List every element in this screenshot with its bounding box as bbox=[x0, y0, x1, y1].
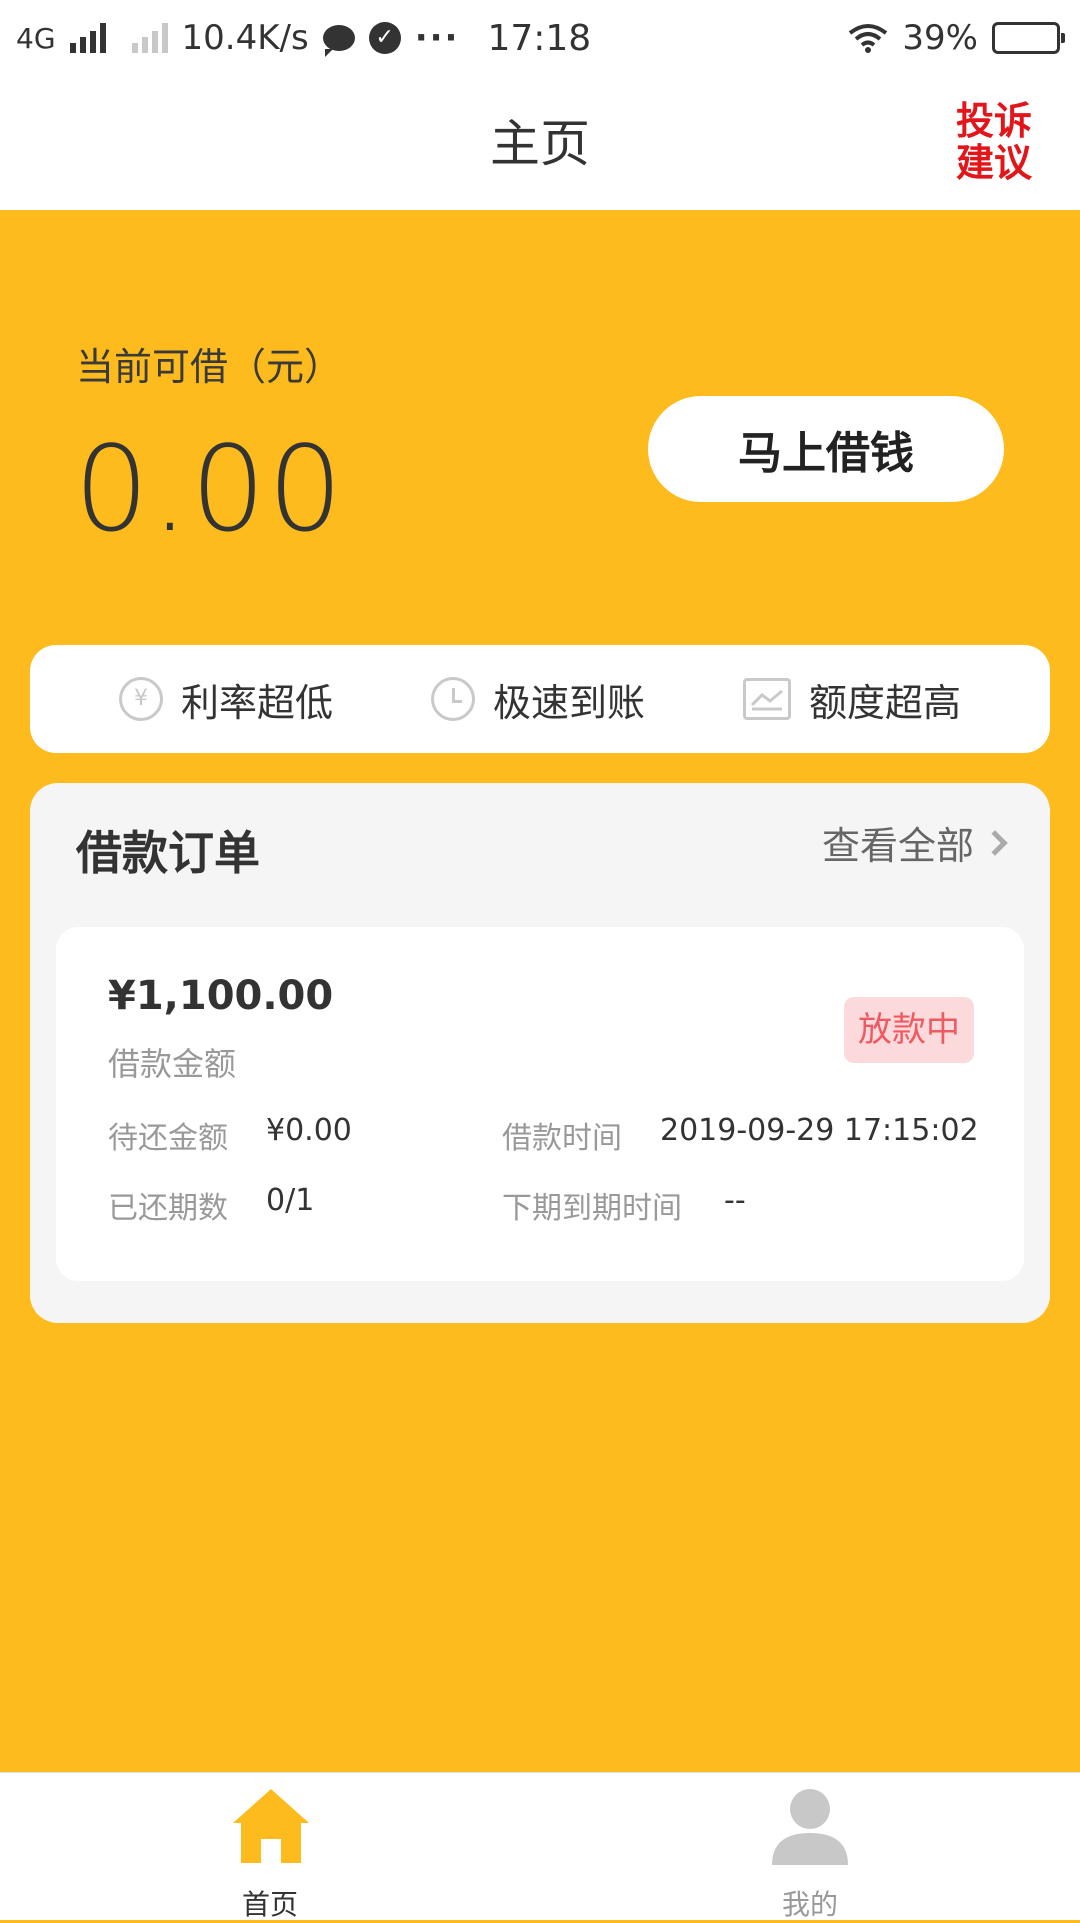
complaint-line-2: 建议 bbox=[955, 141, 1032, 185]
tab-mine[interactable]: 我的 bbox=[540, 1773, 1080, 1921]
clock-icon bbox=[430, 677, 475, 721]
signal-icon bbox=[69, 23, 106, 53]
repaid-periods-label: 已还期数 bbox=[108, 1191, 228, 1226]
loan-orders-title: 借款订单 bbox=[76, 826, 260, 880]
features-card: ¥ 利率超低 极速到账 额度超高 bbox=[30, 645, 1050, 753]
feature-label: 利率超低 bbox=[180, 680, 333, 725]
pending-amount-value: ¥0.00 bbox=[266, 1113, 352, 1148]
view-all-link[interactable]: 查看全部 bbox=[822, 815, 1010, 870]
wifi-icon bbox=[849, 24, 888, 53]
check-circle-icon: ✓ bbox=[368, 22, 401, 54]
loan-amount: ¥1,100.00 bbox=[108, 973, 334, 1019]
feature-label: 极速到账 bbox=[492, 680, 645, 725]
next-due-value: -- bbox=[724, 1183, 746, 1218]
feature-fast-arrival: 极速到账 bbox=[430, 672, 645, 727]
battery-percent: 39% bbox=[902, 18, 978, 58]
available-credit-amount: 0.00 bbox=[74, 420, 345, 558]
bottom-tab-bar: 首页 我的 bbox=[0, 1772, 1080, 1921]
loan-amount-label: 借款金额 bbox=[108, 1045, 237, 1083]
view-all-label: 查看全部 bbox=[821, 824, 974, 868]
loan-orders-panel: 借款订单 查看全部 ¥1,100.00 借款金额 放款中 待还金额 ¥0.00 … bbox=[30, 783, 1050, 1323]
status-bar-left: 4G 10.4K/s ✓ ··· 17:18 bbox=[16, 14, 591, 62]
feature-low-rate: ¥ 利率超低 bbox=[118, 672, 333, 727]
feature-high-limit: 额度超高 bbox=[742, 672, 961, 727]
battery-icon bbox=[992, 22, 1065, 54]
chart-icon bbox=[742, 678, 791, 720]
loan-time-label: 借款时间 bbox=[502, 1121, 622, 1156]
home-icon bbox=[233, 1789, 309, 1863]
complaint-suggestion-button[interactable]: 投诉 建议 bbox=[952, 100, 1036, 184]
loan-time-value: 2019-09-29 17:15:02 bbox=[660, 1113, 979, 1148]
pending-amount-label: 待还金额 bbox=[108, 1121, 228, 1156]
tab-label: 我的 bbox=[781, 1888, 838, 1921]
status-badge: 放款中 bbox=[844, 997, 974, 1063]
chevron-right-icon bbox=[982, 829, 1008, 856]
page-title: 主页 bbox=[490, 115, 590, 173]
tab-label: 首页 bbox=[241, 1888, 298, 1921]
status-bar: 4G 10.4K/s ✓ ··· 17:18 39% bbox=[0, 0, 1080, 76]
more-dots-icon: ··· bbox=[414, 18, 460, 58]
available-credit-label: 当前可借（元） bbox=[76, 345, 343, 389]
network-speed: 10.4K/s bbox=[181, 18, 309, 58]
feature-label: 额度超高 bbox=[808, 680, 961, 725]
nav-bar: 主页 投诉 建议 bbox=[0, 76, 1080, 210]
person-icon bbox=[772, 1789, 848, 1865]
network-type: 4G bbox=[16, 21, 56, 55]
signal-secondary-icon bbox=[131, 23, 168, 53]
borrow-now-button[interactable]: 马上借钱 bbox=[648, 396, 1004, 502]
clock-time: 17:18 bbox=[487, 17, 592, 59]
message-icon bbox=[322, 25, 355, 57]
tab-home[interactable]: 首页 bbox=[0, 1773, 540, 1921]
complaint-line-1: 投诉 bbox=[955, 99, 1032, 143]
next-due-label: 下期到期时间 bbox=[502, 1191, 682, 1226]
loan-order-card[interactable]: ¥1,100.00 借款金额 放款中 待还金额 ¥0.00 借款时间 2019-… bbox=[56, 927, 1024, 1281]
repaid-periods-value: 0/1 bbox=[266, 1183, 315, 1218]
status-bar-right: 39% bbox=[848, 14, 1065, 62]
yen-icon: ¥ bbox=[118, 677, 163, 721]
